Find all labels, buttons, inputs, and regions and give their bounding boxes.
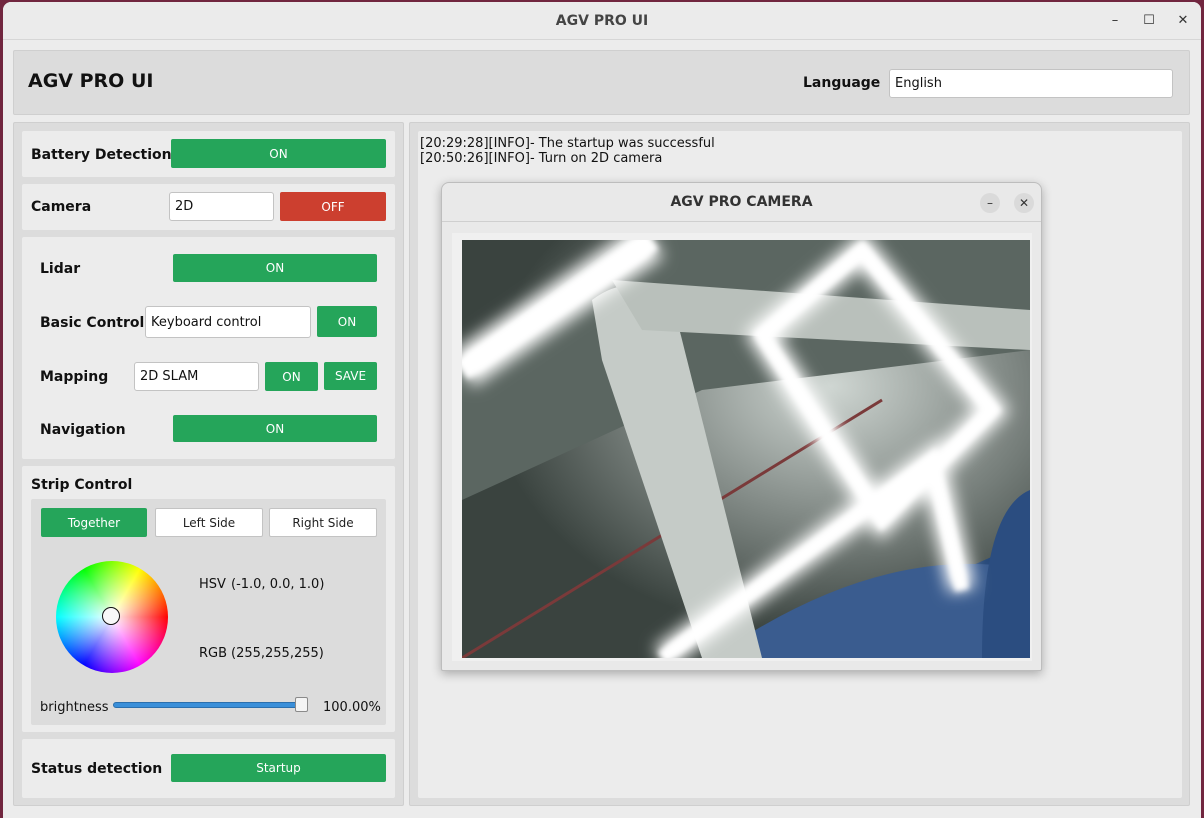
startup-button[interactable]: Startup [171, 754, 386, 782]
navigation-toggle-button[interactable]: ON [173, 415, 377, 442]
hsv-label: HSV [199, 577, 226, 592]
mapping-save-button[interactable]: SAVE [324, 362, 377, 390]
language-select[interactable]: English [889, 69, 1173, 98]
status-label: Status detection [31, 761, 163, 777]
battery-toggle-button[interactable]: ON [171, 139, 386, 168]
color-wheel-handle[interactable] [102, 607, 120, 625]
mapping-toggle-button[interactable]: ON [265, 362, 318, 391]
tab-right-side[interactable]: Right Side [269, 508, 377, 537]
camera-frame [452, 233, 1032, 661]
strip-control-label: Strip Control [31, 477, 133, 493]
lidar-toggle-button[interactable]: ON [173, 254, 377, 282]
log-output: [20:29:28][INFO]- The startup was succes… [420, 136, 715, 166]
camera-window-title: AGV PRO CAMERA [670, 194, 813, 210]
brightness-slider-track[interactable] [113, 702, 306, 708]
basic-control-select[interactable]: Keyboard control [145, 306, 311, 338]
brightness-label: brightness [40, 700, 109, 715]
camera-minimize-button[interactable]: – [980, 193, 1000, 213]
brightness-value: 100.00% [323, 700, 381, 715]
hsv-value: (-1.0, 0.0, 1.0) [231, 577, 325, 592]
language-label: Language [803, 75, 881, 91]
mapping-mode-select[interactable]: 2D SLAM [134, 362, 259, 391]
rgb-label: RGB [199, 646, 228, 661]
title-bar: AGV PRO UI – ☐ ✕ [3, 2, 1201, 40]
window-title: AGV PRO UI [555, 13, 649, 29]
camera-toggle-button[interactable]: OFF [280, 192, 386, 221]
tab-together[interactable]: Together [41, 508, 147, 537]
maximize-button[interactable]: ☐ [1139, 11, 1159, 31]
navigation-label: Navigation [40, 422, 126, 438]
camera-feed-image [462, 240, 1030, 658]
camera-title-divider [442, 221, 1041, 222]
camera-mode-select[interactable]: 2D [169, 192, 274, 221]
minimize-button[interactable]: – [1105, 11, 1125, 31]
tab-left-side[interactable]: Left Side [155, 508, 263, 537]
camera-window: AGV PRO CAMERA – ✕ [441, 182, 1042, 671]
lidar-label: Lidar [40, 261, 81, 277]
mapping-label: Mapping [40, 369, 109, 385]
log-line: [20:29:28][INFO]- The startup was succes… [420, 136, 715, 151]
close-button[interactable]: ✕ [1173, 11, 1193, 31]
rgb-value: (255,255,255) [231, 646, 324, 661]
app-title: AGV PRO UI [28, 70, 154, 92]
camera-close-button[interactable]: ✕ [1014, 193, 1034, 213]
camera-label: Camera [31, 199, 92, 215]
brightness-slider-handle[interactable] [295, 697, 308, 712]
battery-label: Battery Detection [31, 147, 172, 163]
basic-control-label: Basic Control [40, 315, 145, 331]
log-line: [20:50:26][INFO]- Turn on 2D camera [420, 151, 663, 166]
basic-control-toggle-button[interactable]: ON [317, 306, 377, 337]
